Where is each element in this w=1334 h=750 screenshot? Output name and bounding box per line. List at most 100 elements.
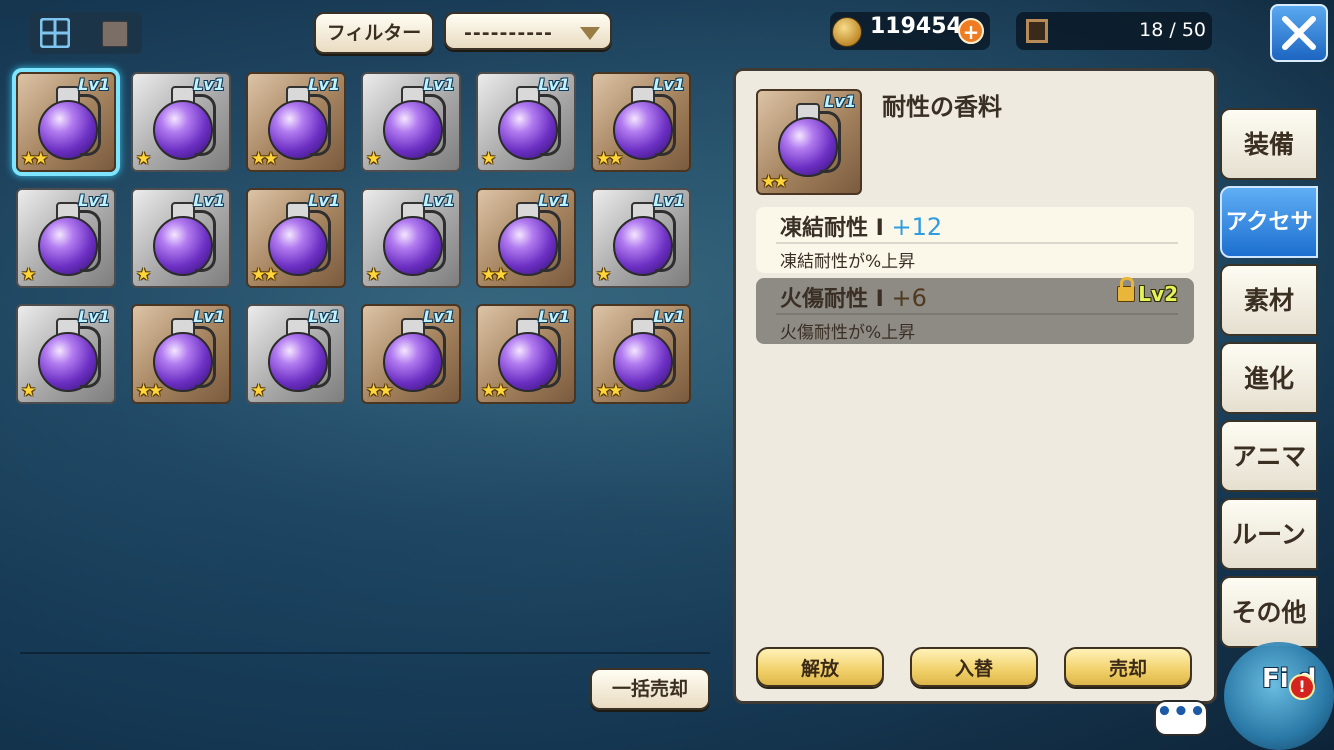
inventory-item[interactable]: Lv1 ★★	[591, 304, 691, 404]
tab-accessory[interactable]: アクセサリ	[1220, 186, 1318, 305]
rarity-stars: ★★	[761, 172, 789, 192]
filter-dropdown[interactable]: ----------	[444, 12, 612, 50]
chevron-down-icon	[580, 27, 600, 40]
inventory-item[interactable]: Lv1 ★	[131, 188, 231, 288]
level-badge: Lv1	[423, 191, 455, 210]
filter-button[interactable]: フィルター	[314, 12, 434, 54]
gold-coin-icon	[832, 17, 862, 47]
potion-chain	[310, 210, 331, 272]
level-badge: Lv1	[193, 191, 225, 210]
tab-equipment[interactable]: 装備	[1220, 108, 1318, 180]
potion-chain	[195, 210, 216, 272]
close-icon	[1282, 16, 1316, 50]
inventory-item[interactable]: Lv1 ★★	[131, 304, 231, 404]
view-toggle	[30, 12, 142, 54]
rarity-stars: ★★	[366, 381, 394, 401]
stat-description: 凍結耐性が%上昇	[780, 252, 916, 272]
rarity-stars: ★★	[136, 381, 164, 401]
rarity-stars: ★★	[21, 149, 49, 169]
level-badge: Lv1	[653, 307, 685, 326]
potion-chain	[655, 326, 676, 388]
bulk-sell-button[interactable]: 一括売却	[590, 668, 710, 710]
stat-name: 火傷耐性 I	[780, 287, 892, 312]
inventory-item[interactable]: Lv1 ★★	[361, 304, 461, 404]
level-badge: Lv1	[193, 307, 225, 326]
release-button[interactable]: 解放	[756, 647, 884, 687]
rarity-stars: ★★	[481, 381, 509, 401]
rarity-stars: ★★	[596, 381, 624, 401]
field-button[interactable]	[1224, 642, 1334, 750]
chat-button[interactable]: •••	[1154, 699, 1208, 736]
level-badge: Lv1	[78, 307, 110, 326]
inventory-item[interactable]: Lv1 ★	[591, 188, 691, 288]
inventory-item[interactable]: Lv1 ★	[476, 72, 576, 172]
rarity-stars: ★★	[596, 149, 624, 169]
inventory-item[interactable]: Lv1 ★★	[591, 72, 691, 172]
stat-divider	[776, 313, 1178, 315]
inventory-item[interactable]: Lv1 ★★	[476, 188, 576, 288]
stat-description: 火傷耐性が%上昇	[780, 323, 916, 343]
inventory-item[interactable]: Lv1 ★★	[246, 188, 346, 288]
tab-rune[interactable]: ルーン	[1220, 498, 1318, 570]
rarity-stars: ★★	[251, 265, 279, 285]
lock-icon	[1117, 277, 1136, 302]
storage-icon	[1026, 19, 1048, 43]
level-badge: Lv1	[308, 307, 340, 326]
swap-button[interactable]: 入替	[910, 647, 1038, 687]
rarity-stars: ★★	[481, 265, 509, 285]
inventory-item[interactable]: Lv1 ★★	[246, 72, 346, 172]
potion-chain	[540, 94, 561, 156]
potion-chain	[425, 326, 446, 388]
potion-chain	[80, 210, 101, 272]
rarity-stars: ★	[136, 149, 151, 169]
inventory-item[interactable]: Lv1 ★	[16, 188, 116, 288]
tab-evolution[interactable]: 進化	[1220, 342, 1318, 414]
stat-card-burn[interactable]: 火傷耐性 I +6 Lv2 火傷耐性が%上昇	[756, 277, 1194, 344]
stat-value: +12	[891, 213, 943, 241]
tab-materials[interactable]: 素材	[1220, 264, 1318, 336]
sell-button[interactable]: 売却	[1064, 647, 1192, 687]
divider	[20, 652, 710, 654]
level-badge: Lv1	[308, 75, 340, 94]
level-badge: Lv1	[653, 75, 685, 94]
level-badge: Lv1	[538, 191, 570, 210]
level-badge: Lv1	[423, 75, 455, 94]
inventory-item[interactable]: Lv1 ★	[246, 304, 346, 404]
stat-card-freeze[interactable]: 凍結耐性 I +12 凍結耐性が%上昇	[756, 207, 1194, 273]
grid-view-icon[interactable]	[40, 18, 70, 48]
inventory-item[interactable]: Lv1 ★★	[16, 72, 116, 172]
inventory-item[interactable]: Lv1 ★	[361, 188, 461, 288]
potion-chain	[80, 94, 101, 156]
level-badge: Lv1	[193, 75, 225, 94]
potion-chain	[80, 326, 101, 388]
tab-other[interactable]: その他	[1220, 576, 1318, 648]
detail-item-icon: Lv1 ★★	[756, 89, 862, 195]
inventory-item[interactable]: Lv1 ★	[361, 72, 461, 172]
inventory-item[interactable]: Lv1 ★	[16, 304, 116, 404]
level-badge: Lv1	[538, 75, 570, 94]
inventory-item[interactable]: Lv1 ★	[131, 72, 231, 172]
item-detail-panel: Lv1 ★★ 耐性の香料 凍結耐性 I +12 凍結耐性が%上昇 火傷耐性 I …	[733, 68, 1217, 704]
alert-icon: !	[1289, 674, 1315, 700]
level-badge: Lv1	[423, 307, 455, 326]
potion-chain	[820, 111, 841, 173]
stat-divider	[776, 242, 1178, 244]
gold-amount: 119454	[870, 14, 962, 39]
rarity-stars: ★	[21, 381, 36, 401]
rarity-stars: ★	[366, 149, 381, 169]
rarity-stars: ★	[251, 381, 266, 401]
unlock-level-text: Lv2	[1138, 282, 1178, 306]
close-button[interactable]	[1270, 4, 1328, 62]
tab-anima[interactable]: アニマ	[1220, 420, 1318, 492]
rarity-stars: ★★	[251, 149, 279, 169]
add-gold-button[interactable]: +	[958, 18, 984, 44]
rarity-stars: ★	[136, 265, 151, 285]
level-badge: Lv1	[824, 92, 856, 111]
level-badge: Lv1	[78, 75, 110, 94]
level-badge: Lv1	[308, 191, 340, 210]
single-view-icon[interactable]	[102, 21, 128, 47]
stat-name: 凍結耐性 I	[780, 216, 892, 241]
capacity-count: 18 / 50	[1139, 19, 1206, 41]
gold-counter: 119454 +	[830, 12, 990, 50]
inventory-item[interactable]: Lv1 ★★	[476, 304, 576, 404]
